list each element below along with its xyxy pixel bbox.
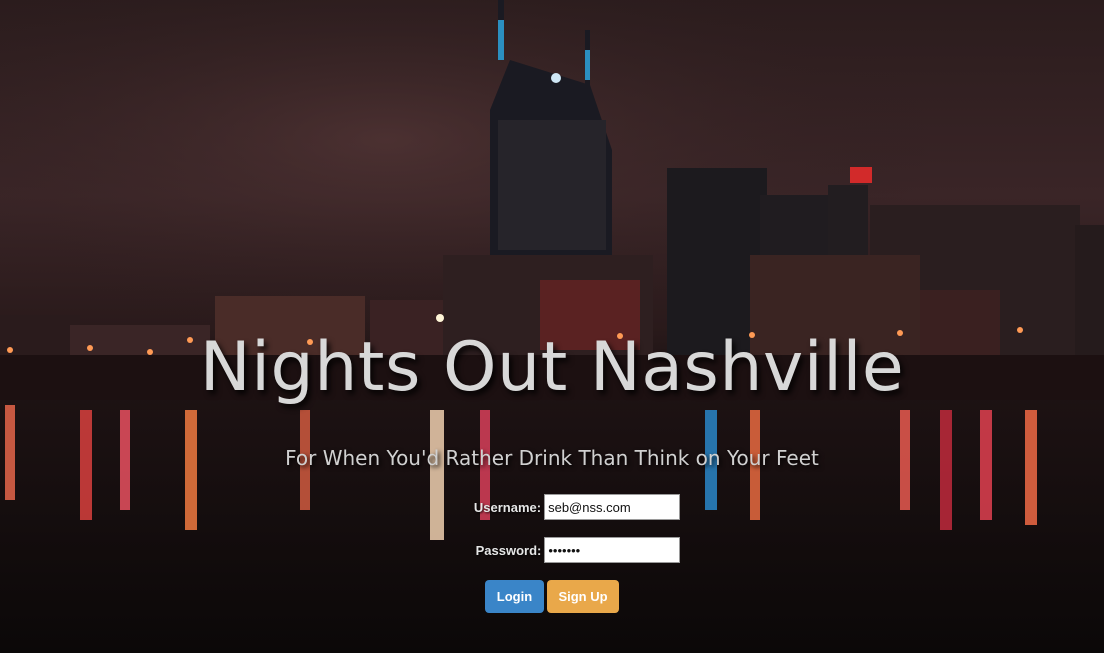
login-page: Nights Out Nashville For When You'd Rath… bbox=[0, 0, 1104, 653]
page-title: Nights Out Nashville bbox=[199, 328, 905, 407]
login-overlay: Nights Out Nashville For When You'd Rath… bbox=[0, 0, 1104, 653]
password-label: Password: bbox=[475, 542, 542, 558]
signup-button[interactable]: Sign Up bbox=[547, 580, 619, 613]
username-label: Username: bbox=[473, 499, 542, 515]
username-input[interactable] bbox=[544, 494, 681, 520]
page-subtitle: For When You'd Rather Drink Than Think o… bbox=[285, 446, 819, 470]
button-group: Login Sign Up bbox=[0, 580, 1104, 613]
login-button[interactable]: Login bbox=[485, 580, 544, 613]
password-row: Password: bbox=[0, 537, 1104, 563]
password-input[interactable] bbox=[544, 537, 681, 563]
username-row: Username: bbox=[0, 494, 1104, 520]
